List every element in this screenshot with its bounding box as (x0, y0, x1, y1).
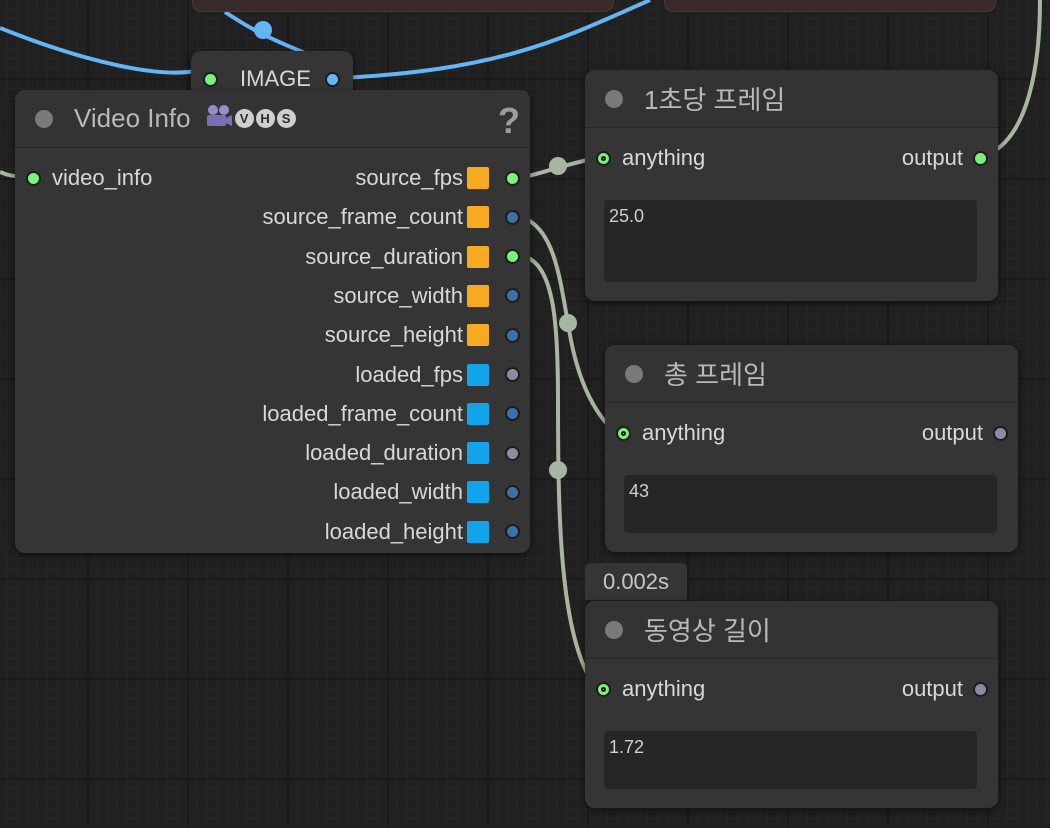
output-row-loaded-frame-count[interactable]: loaded_frame_count (262, 399, 520, 429)
output-label: loaded_width (333, 479, 463, 505)
output-row-loaded-height[interactable]: loaded_height (325, 517, 520, 547)
frames-node-title: 총 프레임 (664, 360, 767, 390)
output-label: loaded_fps (355, 361, 463, 387)
offscreen-node-right[interactable] (664, 0, 996, 12)
output-row-loaded-fps[interactable]: loaded_fps (355, 360, 520, 390)
output-label: source_frame_count (262, 204, 463, 230)
loaded-type-square-icon (467, 520, 489, 543)
fps-output-label: output (901, 145, 963, 170)
execution-time-badge: 0.002s (585, 563, 687, 600)
duration-collapse-dot[interactable] (605, 620, 623, 639)
video-info-title-bar[interactable]: Video Info V H S ? (15, 90, 530, 148)
output-label: source_fps (355, 165, 463, 190)
s-circle-icon: S (276, 109, 296, 128)
image-wire-left[interactable] (0, 26, 201, 75)
output-row-source-frame-count[interactable]: source_frame_count (262, 202, 520, 232)
fps-node-title-bar[interactable]: 1초당 프레임 (585, 70, 998, 128)
output-row-source-duration[interactable]: source_duration (305, 242, 520, 272)
duration-node[interactable]: 동영상 길이 anything output 1.72 (585, 601, 998, 808)
fps-input[interactable]: anything (596, 143, 705, 173)
fps-node-title: 1초당 프레임 (644, 85, 786, 115)
fps-output-dot[interactable] (973, 150, 988, 166)
frames-output-label: output (921, 420, 983, 445)
source-type-square-icon (467, 245, 489, 268)
fps-node[interactable]: 1초당 프레임 anything output 25.0 (585, 70, 998, 301)
output-slot-dot[interactable] (505, 209, 520, 225)
output-row-source-width[interactable]: source_width (333, 281, 520, 311)
duration-input[interactable]: anything (596, 674, 705, 704)
output-slot-dot[interactable] (505, 367, 520, 382)
duration-reroute-dot[interactable] (549, 461, 567, 479)
video-info-title: Video Info (74, 103, 191, 133)
video-info-node[interactable]: Video Info V H S ? video_info source_fps… (15, 90, 530, 553)
source-type-square-icon (467, 284, 489, 307)
collapse-dot[interactable] (35, 109, 53, 128)
frames-value-display[interactable]: 43 (624, 475, 997, 533)
frames-input-label: anything (642, 420, 726, 445)
output-slot-dot[interactable] (505, 327, 520, 343)
duration-input-dot[interactable] (596, 681, 611, 697)
image-wire-reroute-dot[interactable] (254, 21, 272, 39)
image-input-dot[interactable] (203, 71, 218, 87)
output-row-loaded-duration[interactable]: loaded_duration (305, 438, 520, 468)
duration-output-dot[interactable] (973, 681, 988, 697)
loaded-type-square-icon (467, 442, 489, 465)
loaded-type-square-icon (467, 363, 489, 386)
video-info-input-dot[interactable] (26, 170, 41, 186)
fps-value-display[interactable]: 25.0 (604, 200, 977, 282)
frames-collapse-dot[interactable] (625, 364, 643, 383)
video-info-input-wire[interactable] (0, 170, 17, 178)
h-circle-icon: H (255, 109, 275, 128)
video-info-input[interactable]: video_info (26, 163, 152, 193)
v-circle-icon: V (234, 109, 254, 128)
fps-wire-reroute-dot[interactable] (549, 157, 567, 175)
frames-node-title-bar[interactable]: 총 프레임 (605, 345, 1018, 403)
image-output-dot[interactable] (324, 71, 340, 87)
frames-output[interactable]: output (922, 418, 1008, 448)
source-type-square-icon (467, 167, 489, 189)
output-label: source_duration (305, 243, 463, 269)
output-slot-dot[interactable] (505, 288, 520, 304)
image-label: IMAGE (240, 66, 311, 91)
output-slot-dot[interactable] (505, 524, 520, 540)
output-slot-dot[interactable] (505, 249, 520, 265)
frame-count-reroute-dot[interactable] (559, 314, 577, 332)
duration-value-display[interactable]: 1.72 (604, 731, 977, 789)
frames-input[interactable]: anything (616, 418, 725, 448)
output-label: loaded_height (324, 518, 463, 544)
output-row-loaded-width[interactable]: loaded_width (333, 477, 520, 507)
source-type-square-icon (467, 324, 489, 347)
output-label: source_height (324, 322, 463, 348)
frames-input-dot[interactable] (616, 425, 631, 441)
output-slot-dot[interactable] (505, 445, 520, 461)
fps-input-label: anything (622, 145, 706, 170)
duration-input-label: anything (622, 676, 706, 701)
video-info-input-label: video_info (52, 165, 153, 190)
frames-node[interactable]: 총 프레임 anything output 43 (605, 345, 1018, 552)
output-row-source-fps[interactable]: source_fps (355, 163, 520, 193)
output-row-source-height[interactable]: source_height (325, 320, 520, 350)
output-label: source_width (333, 282, 463, 308)
output-label: loaded_duration (305, 440, 463, 466)
offscreen-node-left[interactable] (192, 0, 614, 12)
fps-output[interactable]: output (902, 143, 988, 173)
fps-input-dot[interactable] (596, 150, 611, 166)
duration-output[interactable]: output (902, 674, 988, 704)
frames-output-dot[interactable] (993, 425, 1008, 441)
output-label: loaded_frame_count (262, 400, 463, 426)
output-slot-dot[interactable] (505, 484, 520, 500)
source-type-square-icon (467, 206, 489, 229)
duration-output-label: output (901, 676, 963, 701)
output-slot-dot[interactable] (505, 170, 520, 186)
duration-node-title: 동영상 길이 (644, 616, 771, 646)
output-slot-dot[interactable] (505, 406, 520, 422)
loaded-type-square-icon (467, 402, 489, 425)
loaded-type-square-icon (467, 481, 489, 504)
help-icon[interactable]: ? (498, 100, 520, 142)
fps-collapse-dot[interactable] (605, 89, 623, 108)
film-camera-icon (205, 104, 233, 134)
duration-node-title-bar[interactable]: 동영상 길이 (585, 601, 998, 659)
